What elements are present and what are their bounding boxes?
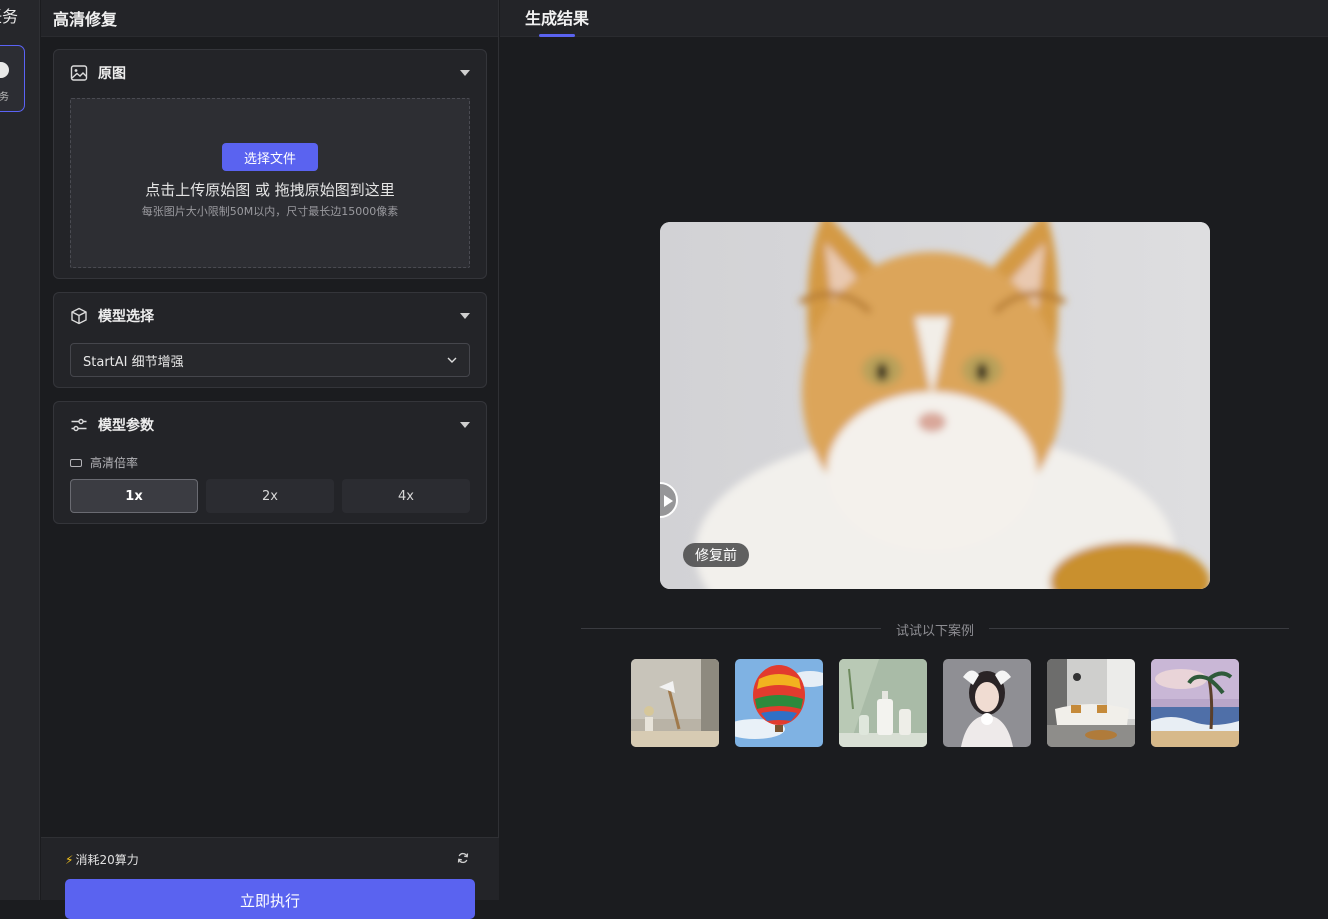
sliders-icon	[70, 416, 88, 434]
rail-card-label: 务	[0, 92, 9, 103]
sample-thumb-lamp[interactable]	[631, 659, 719, 747]
model-selected-value: StartAI 细节增强	[83, 354, 184, 370]
cost-indicator: ⚡ 消耗20算力	[65, 851, 139, 868]
rail-title: 任务	[0, 7, 19, 26]
panel-title: 高清修复	[41, 0, 498, 37]
cost-text: 消耗20算力	[75, 853, 139, 867]
sample-thumb-sofa[interactable]	[1047, 659, 1135, 747]
scale-option-1x[interactable]: 1x	[70, 479, 198, 513]
left-rail: 任务 务	[0, 0, 40, 900]
settings-panel: 高清修复 原图 选择文件 点击上传原始图 或 拖拽原始图到这里 每张图片大小限制…	[41, 0, 499, 919]
tab-result[interactable]: 生成结果	[525, 5, 589, 29]
original-card-header[interactable]: 原图	[54, 50, 486, 96]
params-card-title: 模型参数	[98, 418, 154, 434]
upload-instruction: 点击上传原始图 或 拖拽原始图到这里	[145, 181, 395, 199]
model-dropdown[interactable]: StartAI 细节增强	[70, 343, 470, 377]
rail-task-card[interactable]: 务	[0, 45, 25, 112]
model-select-card: 模型选择 StartAI 细节增强	[53, 292, 487, 388]
upload-dropzone[interactable]: 选择文件 点击上传原始图 或 拖拽原始图到这里 每张图片大小限制50M以内，尺寸…	[70, 98, 470, 268]
preview-image[interactable]: 修复前	[660, 222, 1210, 589]
panel-footer: ⚡ 消耗20算力 立即执行	[41, 837, 499, 919]
sample-thumb-portrait[interactable]	[943, 659, 1031, 747]
chevron-down-icon	[447, 357, 457, 363]
ratio-icon	[70, 458, 82, 467]
sample-thumb-balloon[interactable]	[735, 659, 823, 747]
caret-down-icon[interactable]	[460, 313, 470, 319]
result-header: 生成结果	[500, 0, 1328, 37]
original-card-title: 原图	[98, 66, 126, 82]
image-icon	[70, 64, 88, 82]
model-card-header[interactable]: 模型选择	[54, 293, 486, 339]
upload-hint: 每张图片大小限制50M以内，尺寸最长边15000像素	[141, 205, 399, 218]
samples-divider: 试试以下案例	[581, 618, 1289, 639]
play-icon	[664, 495, 673, 507]
tab-active-indicator	[539, 34, 575, 37]
scale-label: 高清倍率	[70, 454, 138, 471]
caret-down-icon[interactable]	[460, 422, 470, 428]
caret-down-icon[interactable]	[460, 70, 470, 76]
run-button[interactable]: 立即执行	[65, 879, 475, 919]
sample-thumb-bottles[interactable]	[839, 659, 927, 747]
task-icon	[0, 62, 9, 78]
result-area: 生成结果 修复前 试试以下案例	[500, 0, 1328, 900]
samples-title: 试试以下案例	[883, 624, 986, 639]
cube-icon	[70, 307, 88, 325]
scale-label-text: 高清倍率	[90, 456, 139, 470]
scale-option-2x[interactable]: 2x	[206, 479, 334, 513]
cat-image	[660, 222, 1210, 589]
original-image-card: 原图 选择文件 点击上传原始图 或 拖拽原始图到这里 每张图片大小限制50M以内…	[53, 49, 487, 279]
before-badge: 修复前	[683, 543, 749, 567]
params-card-header[interactable]: 模型参数	[54, 402, 486, 448]
model-params-card: 模型参数 高清倍率 1x 2x 4x	[53, 401, 487, 524]
sample-thumb-beach[interactable]	[1151, 659, 1239, 747]
refresh-icon[interactable]	[457, 852, 469, 864]
scale-option-4x[interactable]: 4x	[342, 479, 470, 513]
model-card-title: 模型选择	[98, 309, 154, 325]
lightning-icon: ⚡	[65, 852, 74, 867]
choose-file-button[interactable]: 选择文件	[222, 143, 318, 171]
